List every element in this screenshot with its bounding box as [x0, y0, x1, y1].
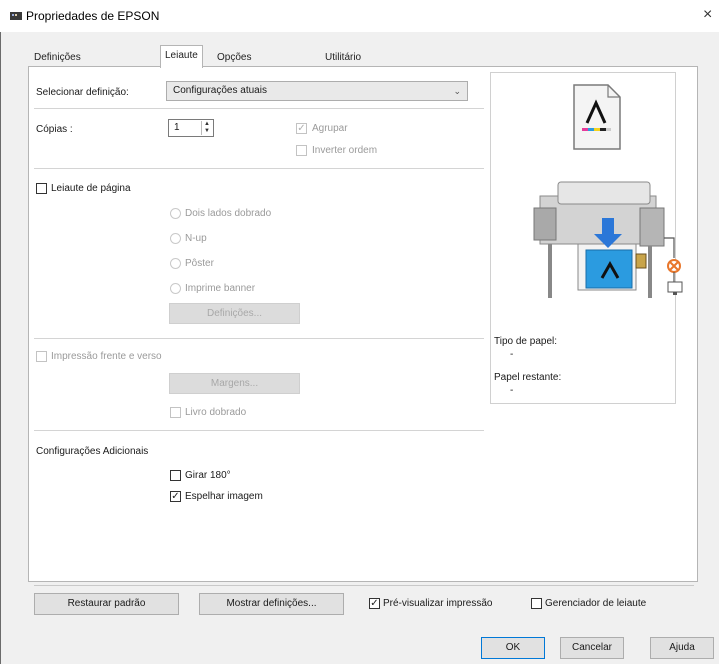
chevron-down-icon: ⌄	[453, 86, 461, 96]
copies-value: 1	[174, 122, 180, 133]
select-setting-dropdown[interactable]: Configurações atuais ⌄	[166, 81, 468, 101]
reverse-order-checkbox[interactable]	[296, 145, 307, 156]
nup-radio[interactable]	[170, 233, 181, 244]
stepper-arrows-icon[interactable]: ▲ ▼	[201, 121, 212, 135]
tab-layout[interactable]: Leiaute	[160, 45, 203, 68]
banner-label: Imprime banner	[185, 283, 256, 294]
tab-utility[interactable]: Utilitário	[321, 49, 365, 67]
rotate-180-checkbox[interactable]	[170, 470, 181, 481]
paper-type-value: -	[510, 349, 514, 360]
mirror-image-label: Espelhar imagem	[185, 491, 263, 502]
divider	[34, 168, 484, 169]
nup-label: N-up	[185, 233, 207, 244]
duplex-label: Impressão frente e verso	[51, 351, 162, 362]
print-preview-checkbox[interactable]: ✓	[369, 598, 380, 609]
select-setting-label: Selecionar definição:	[36, 87, 129, 98]
divider	[34, 108, 484, 109]
layout-settings-button[interactable]: Definições...	[169, 303, 300, 324]
rotate-180-label: Girar 180°	[185, 470, 231, 481]
duplex-checkbox[interactable]	[36, 351, 47, 362]
reverse-order-label: Inverter ordem	[312, 145, 378, 156]
booklet-checkbox[interactable]	[170, 407, 181, 418]
additional-settings-label: Configurações Adicionais	[36, 446, 149, 457]
show-settings-button[interactable]: Mostrar definições...	[199, 593, 344, 615]
layout-manager-label: Gerenciador de leiaute	[545, 598, 647, 609]
divider	[34, 585, 694, 586]
paper-remaining-label: Papel restante:	[494, 372, 562, 383]
booklet-label: Livro dobrado	[185, 407, 247, 418]
ok-button[interactable]: OK	[481, 637, 545, 659]
restore-defaults-button[interactable]: Restaurar padrão	[34, 593, 179, 615]
tab-advanced-options[interactable]: Opções avançadas	[213, 49, 269, 81]
select-setting-value: Configurações atuais	[173, 85, 267, 96]
divider	[34, 430, 484, 431]
page-layout-label: Leiaute de página	[51, 183, 131, 194]
cancel-button[interactable]: Cancelar	[560, 637, 624, 659]
window-title: Propriedades de EPSON	[26, 9, 160, 23]
layout-manager-checkbox[interactable]	[531, 598, 542, 609]
collate-checkbox[interactable]: ✓	[296, 123, 307, 134]
poster-label: Pôster	[185, 258, 214, 269]
two-sided-fold-radio[interactable]	[170, 208, 181, 219]
page-layout-checkbox[interactable]	[36, 183, 47, 194]
paper-document-icon	[573, 84, 621, 150]
paper-remaining-value: -	[510, 385, 514, 396]
banner-radio[interactable]	[170, 283, 181, 294]
mirror-image-checkbox[interactable]: ✓	[170, 491, 181, 502]
help-button[interactable]: Ajuda	[650, 637, 714, 659]
print-preview-label: Pré-visualizar impressão	[383, 598, 493, 609]
poster-radio[interactable]	[170, 258, 181, 269]
copies-stepper[interactable]: 1 ▲ ▼	[168, 119, 214, 137]
tab-printer-settings[interactable]: Definições da impressora	[30, 49, 87, 99]
paper-type-label: Tipo de papel:	[494, 336, 558, 347]
copies-label: Cópias :	[36, 124, 73, 135]
two-sided-fold-label: Dois lados dobrado	[185, 208, 272, 219]
collate-label: Agrupar	[312, 123, 348, 134]
divider	[34, 338, 484, 339]
large-format-printer-icon	[533, 181, 683, 298]
margins-button[interactable]: Margens...	[169, 373, 300, 394]
close-icon[interactable]: ×	[703, 6, 712, 24]
printer-app-icon	[10, 12, 22, 20]
